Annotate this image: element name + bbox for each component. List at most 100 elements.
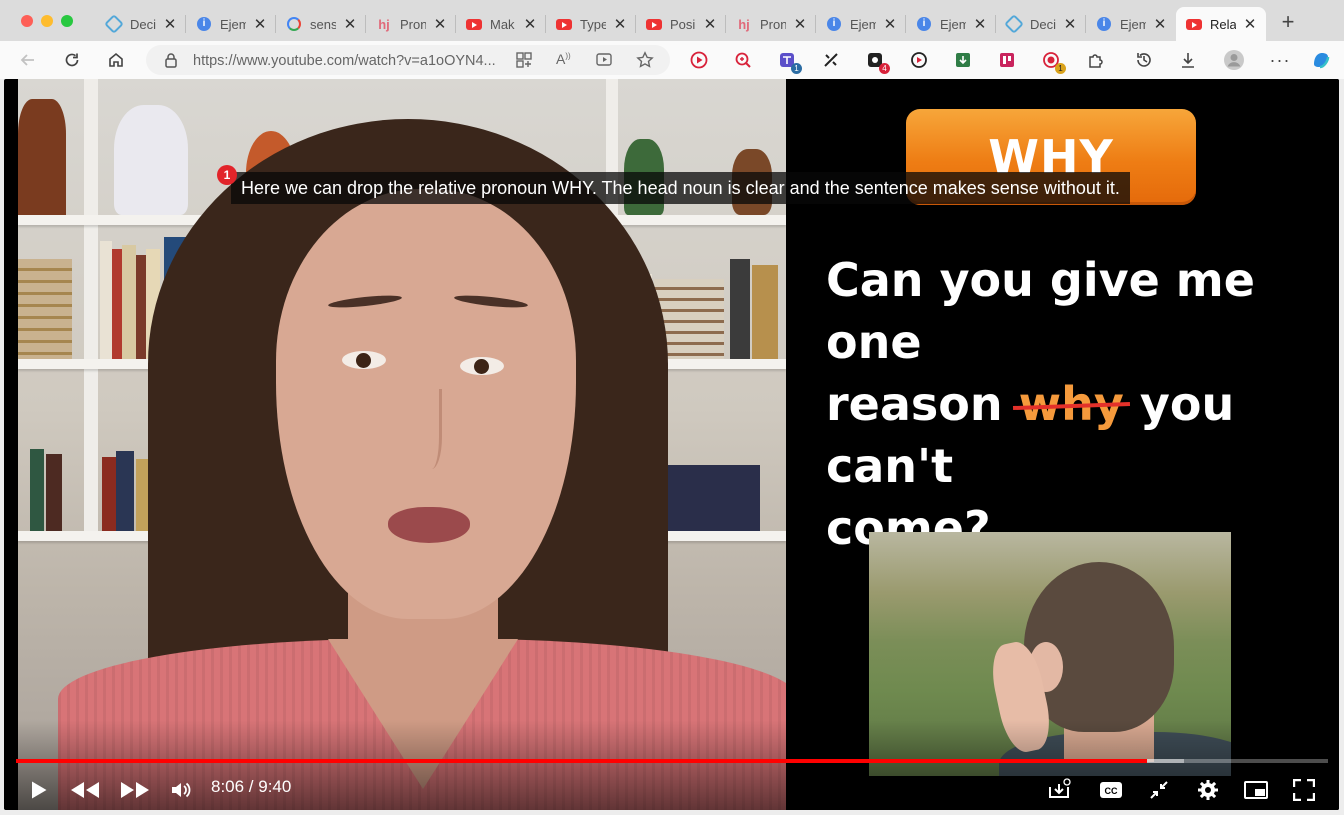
tab-close-icon[interactable]: ✕ [702, 15, 718, 33]
progress-bar[interactable] [16, 759, 1328, 763]
fast-forward-icon [121, 782, 149, 798]
rewind-button[interactable] [68, 773, 102, 807]
fullscreen-button[interactable] [1287, 773, 1321, 807]
tab-close-icon[interactable]: ✕ [792, 15, 808, 33]
captions-button[interactable]: CC [1094, 773, 1128, 807]
home-icon[interactable] [104, 48, 128, 72]
download-settings-icon [1049, 778, 1071, 798]
tab-close-icon[interactable]: ✕ [252, 15, 268, 33]
lock-icon[interactable] [164, 52, 178, 73]
tab-close-icon[interactable]: ✕ [1062, 15, 1078, 33]
profile-avatar-icon[interactable] [1222, 48, 1246, 72]
new-tab-button[interactable]: + [1278, 10, 1298, 34]
subtitle-caption: Here we can drop the relative pronoun WH… [231, 172, 1130, 204]
download-extension-icon[interactable] [951, 48, 975, 72]
tab-title: Posi [670, 16, 696, 32]
browser-tab[interactable]: i Ejem ✕ [906, 7, 996, 41]
exit-fullscreen-button[interactable] [1142, 773, 1176, 807]
browser-tab[interactable]: i Ejem ✕ [816, 7, 906, 41]
tab-title: Ejem [220, 16, 246, 32]
downloads-icon[interactable] [1176, 48, 1200, 72]
extensions-puzzle-icon[interactable] [1083, 48, 1107, 72]
play-button[interactable] [22, 773, 56, 807]
settings-button[interactable] [1191, 773, 1225, 807]
miniplayer-button[interactable] [1239, 773, 1273, 807]
browser-tab[interactable]: i Ejem ✕ [1086, 7, 1176, 41]
extension-badge: 4 [879, 63, 890, 74]
tab-close-icon[interactable]: ✕ [162, 15, 178, 33]
fullscreen-icon [1293, 779, 1315, 801]
app-available-icon[interactable] [516, 52, 532, 73]
browser-tab[interactable]: Posi ✕ [636, 7, 726, 41]
favorite-star-icon[interactable] [636, 51, 654, 74]
tab-close-icon[interactable]: ✕ [972, 15, 988, 33]
address-url[interactable]: https://www.youtube.com/watch?v=a1oOYN4.… [193, 53, 505, 69]
screen-record-icon[interactable] [907, 48, 931, 72]
browser-tab[interactable]: sens ✕ [276, 7, 366, 41]
reload-icon[interactable] [60, 48, 84, 72]
miniplayer-icon [1244, 781, 1268, 799]
tab-title: Ejem [940, 16, 966, 32]
browser-tab[interactable]: Type ✕ [546, 7, 636, 41]
sentence-line: reason why you can't [826, 377, 1235, 493]
zoom-window-button[interactable] [61, 15, 73, 27]
fast-forward-button[interactable] [118, 773, 152, 807]
caption-notification-badge[interactable]: 1 [217, 165, 237, 185]
browser-tab[interactable]: Deci ✕ [996, 7, 1086, 41]
tab-title: Ejem [1120, 16, 1146, 32]
browser-tab[interactable]: i Ejem ✕ [186, 7, 276, 41]
board-extension-icon[interactable] [995, 48, 1019, 72]
tab-close-icon[interactable]: ✕ [612, 15, 628, 33]
tab-close-icon[interactable]: ✕ [432, 15, 448, 33]
sentence-line: Can you give me one [826, 253, 1255, 369]
tab-close-icon[interactable]: ✕ [882, 15, 898, 33]
minimize-window-button[interactable] [41, 15, 53, 27]
tab-close-icon[interactable]: ✕ [522, 15, 538, 33]
rewind-icon [71, 782, 99, 798]
cc-icon: CC [1100, 782, 1122, 798]
youtube-icon [646, 16, 662, 32]
tools-extension-icon[interactable] [819, 48, 843, 72]
youtube-icon [1186, 16, 1202, 32]
info-icon: i [826, 16, 842, 32]
close-window-button[interactable] [21, 15, 33, 27]
browser-tab-active[interactable]: Rela ✕ [1176, 7, 1266, 41]
tab-strip: Deci ✕ i Ejem ✕ sens ✕ hj Pron ✕ Mak ✕ T… [0, 0, 1344, 42]
browser-toolbar: https://www.youtube.com/watch?v=a1oOYN4.… [0, 41, 1344, 79]
copilot-icon[interactable] [1309, 48, 1333, 72]
play-icon [32, 781, 47, 799]
info-icon: i [916, 16, 932, 32]
browser-tab[interactable]: hj Pron ✕ [366, 7, 456, 41]
media-extension-icon[interactable] [687, 48, 711, 72]
history-icon[interactable] [1132, 48, 1156, 72]
back-icon[interactable] [16, 48, 40, 72]
tab-close-icon[interactable]: ✕ [1242, 15, 1258, 33]
extension-badge: 1 [1055, 63, 1066, 74]
translate-extension-icon[interactable]: 1 [775, 48, 802, 74]
tab-title: Type [580, 16, 606, 32]
address-bar[interactable]: https://www.youtube.com/watch?v=a1oOYN4.… [146, 45, 670, 75]
tab-close-icon[interactable]: ✕ [342, 15, 358, 33]
tab-title: Deci [130, 16, 156, 32]
deck-icon [1004, 14, 1024, 34]
svg-text:CC: CC [1105, 786, 1118, 796]
todo-extension-icon[interactable]: 4 [863, 48, 890, 74]
tab-title: Ejem [850, 16, 876, 32]
tab-close-icon[interactable]: ✕ [1152, 15, 1168, 33]
tab-title: Pron [760, 16, 786, 32]
video-mode-icon[interactable] [596, 52, 614, 73]
zoom-extension-icon[interactable] [731, 48, 755, 72]
volume-button[interactable] [164, 773, 198, 807]
browser-tab[interactable]: hj Pron ✕ [726, 7, 816, 41]
more-menu-icon[interactable]: ··· [1268, 48, 1292, 72]
browser-tab[interactable]: Mak ✕ [456, 7, 546, 41]
progress-played [16, 759, 1147, 763]
gear-icon [1198, 780, 1218, 800]
hj-icon: hj [378, 16, 390, 32]
time-display: 8:06 / 9:40 [211, 777, 292, 796]
autoplay-download-button[interactable] [1042, 773, 1076, 807]
video-player[interactable]: WHY Can you give me one reason why you c… [4, 79, 1339, 810]
read-aloud-icon[interactable]: A)) [556, 51, 571, 67]
browser-tab[interactable]: Deci ✕ [96, 7, 186, 41]
recorder-extension-icon[interactable]: 1 [1039, 48, 1066, 74]
